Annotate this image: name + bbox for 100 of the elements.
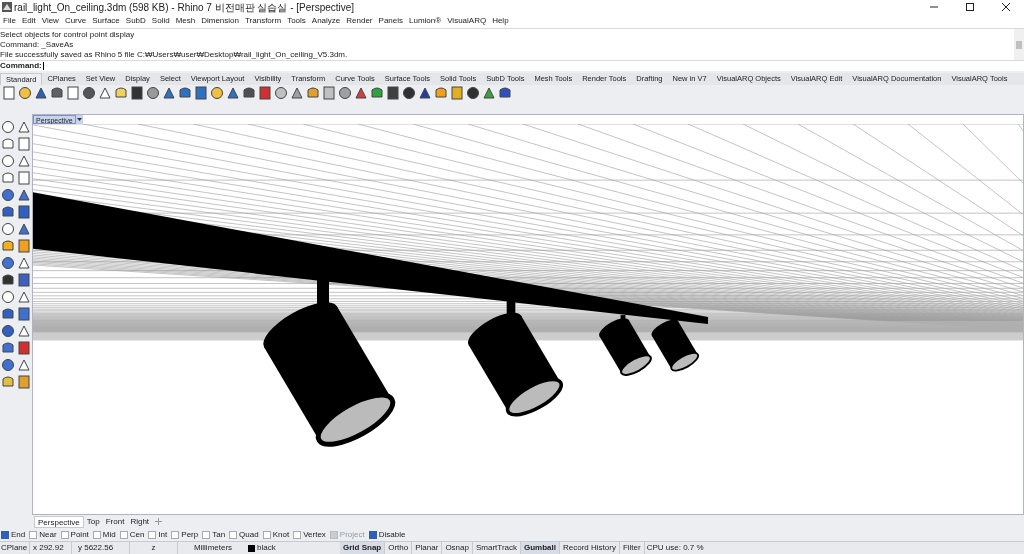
status-toggle[interactable]: Grid Snap xyxy=(340,542,386,554)
command-field[interactable]: Command: xyxy=(0,60,1024,71)
osnap-option[interactable]: Quad xyxy=(229,528,259,541)
tool-icon[interactable] xyxy=(274,86,288,100)
checkbox[interactable] xyxy=(60,530,69,539)
tool-icon[interactable] xyxy=(17,154,31,168)
menu-item[interactable]: View xyxy=(38,15,62,27)
checkbox[interactable] xyxy=(262,530,271,539)
osnap-option[interactable]: Perp xyxy=(171,528,199,541)
menu-item[interactable]: VisualARQ xyxy=(444,15,490,27)
tool-icon[interactable] xyxy=(306,86,320,100)
tool-icon[interactable] xyxy=(130,86,144,100)
tool-icon[interactable] xyxy=(1,154,15,168)
tool-icon[interactable] xyxy=(178,86,192,100)
osnap-option[interactable]: Disable xyxy=(368,528,406,541)
caret-icon[interactable] xyxy=(75,115,83,124)
checkbox[interactable] xyxy=(229,530,238,539)
tool-icon[interactable] xyxy=(146,86,160,100)
tool-icon[interactable] xyxy=(1,222,15,236)
tool-icon[interactable] xyxy=(370,86,384,100)
status-toggle[interactable]: Ortho xyxy=(385,542,413,554)
tool-icon[interactable] xyxy=(1,375,15,389)
tool-icon[interactable] xyxy=(1,171,15,185)
viewport-tab[interactable]: Front xyxy=(102,515,128,528)
tool-icon[interactable] xyxy=(1,256,15,270)
checkbox[interactable] xyxy=(202,530,211,539)
osnap-option[interactable]: Int xyxy=(148,528,168,541)
tool-icon[interactable] xyxy=(17,205,31,219)
tool-icon[interactable] xyxy=(1,273,15,287)
osnap-option[interactable]: Vertex xyxy=(293,528,326,541)
viewport-tab[interactable]: Perspective xyxy=(34,515,84,528)
menu-item[interactable]: File xyxy=(0,15,19,27)
menu-item[interactable]: Transform xyxy=(242,15,285,27)
menu-item[interactable]: Lumion® xyxy=(406,15,445,27)
tool-icon[interactable] xyxy=(498,86,512,100)
tool-icon[interactable] xyxy=(17,273,31,287)
tool-icon[interactable] xyxy=(210,86,224,100)
tool-icon[interactable] xyxy=(17,290,31,304)
tool-icon[interactable] xyxy=(1,341,15,355)
menu-item[interactable]: Help xyxy=(489,15,512,27)
menu-item[interactable]: Tools xyxy=(284,15,309,27)
osnap-option[interactable]: Point xyxy=(60,528,89,541)
tool-icon[interactable] xyxy=(17,307,31,321)
checkbox[interactable] xyxy=(171,530,180,539)
tool-icon[interactable] xyxy=(17,256,31,270)
status-toggle[interactable]: Gumball xyxy=(521,542,560,554)
tool-icon[interactable] xyxy=(242,86,256,100)
viewport-tab[interactable]: Top xyxy=(83,515,103,528)
tool-icon[interactable] xyxy=(1,239,15,253)
menu-item[interactable]: Edit xyxy=(18,15,39,27)
tool-icon[interactable] xyxy=(1,358,15,372)
tool-icon[interactable] xyxy=(82,86,96,100)
tool-icon[interactable] xyxy=(114,86,128,100)
tool-icon[interactable] xyxy=(466,86,480,100)
viewport-tab[interactable]: Right xyxy=(127,515,153,528)
tool-icon[interactable] xyxy=(1,205,15,219)
menu-item[interactable]: Dimension xyxy=(198,15,242,27)
tool-icon[interactable] xyxy=(258,86,272,100)
tool-icon[interactable] xyxy=(17,222,31,236)
checkbox[interactable] xyxy=(368,530,377,539)
status-toggle[interactable]: Filter xyxy=(619,542,645,554)
tool-icon[interactable] xyxy=(18,86,32,100)
tool-icon[interactable] xyxy=(17,324,31,338)
tool-icon[interactable] xyxy=(17,358,31,372)
tool-icon[interactable] xyxy=(338,86,352,100)
status-toggle[interactable]: Planar xyxy=(412,542,443,554)
osnap-option[interactable]: Near xyxy=(29,528,57,541)
checkbox[interactable] xyxy=(119,530,128,539)
tool-icon[interactable] xyxy=(1,307,15,321)
tool-icon[interactable] xyxy=(386,86,400,100)
tool-icon[interactable] xyxy=(1,188,15,202)
menu-item[interactable]: SubD xyxy=(122,15,149,27)
layer-name[interactable]: black xyxy=(255,542,340,554)
tool-icon[interactable] xyxy=(17,120,31,134)
checkbox[interactable] xyxy=(29,530,38,539)
scrollbar[interactable] xyxy=(1014,29,1024,60)
tool-icon[interactable] xyxy=(434,86,448,100)
tool-icon[interactable] xyxy=(402,86,416,100)
checkbox[interactable] xyxy=(92,530,101,539)
tool-icon[interactable] xyxy=(17,188,31,202)
menu-item[interactable]: Curve xyxy=(61,15,90,27)
menu-item[interactable]: Render xyxy=(343,15,376,27)
tool-icon[interactable] xyxy=(1,324,15,338)
tool-icon[interactable] xyxy=(1,120,15,134)
checkbox[interactable] xyxy=(148,530,157,539)
tool-icon[interactable] xyxy=(17,341,31,355)
menu-item[interactable]: Solid xyxy=(148,15,173,27)
menu-item[interactable]: Panels xyxy=(375,15,406,27)
osnap-option[interactable]: Tan xyxy=(202,528,226,541)
menu-item[interactable]: Surface xyxy=(89,15,123,27)
osnap-option[interactable]: End xyxy=(1,528,26,541)
osnap-option[interactable]: Cen xyxy=(119,528,145,541)
status-toggle[interactable]: Record History xyxy=(560,542,620,554)
tool-icon[interactable] xyxy=(1,290,15,304)
menu-item[interactable]: Mesh xyxy=(172,15,199,27)
tool-icon[interactable] xyxy=(194,86,208,100)
menu-item[interactable]: Analyze xyxy=(308,15,344,27)
tool-icon[interactable] xyxy=(1,137,15,151)
status-toggle[interactable]: Osnap xyxy=(442,542,473,554)
tool-icon[interactable] xyxy=(50,86,64,100)
